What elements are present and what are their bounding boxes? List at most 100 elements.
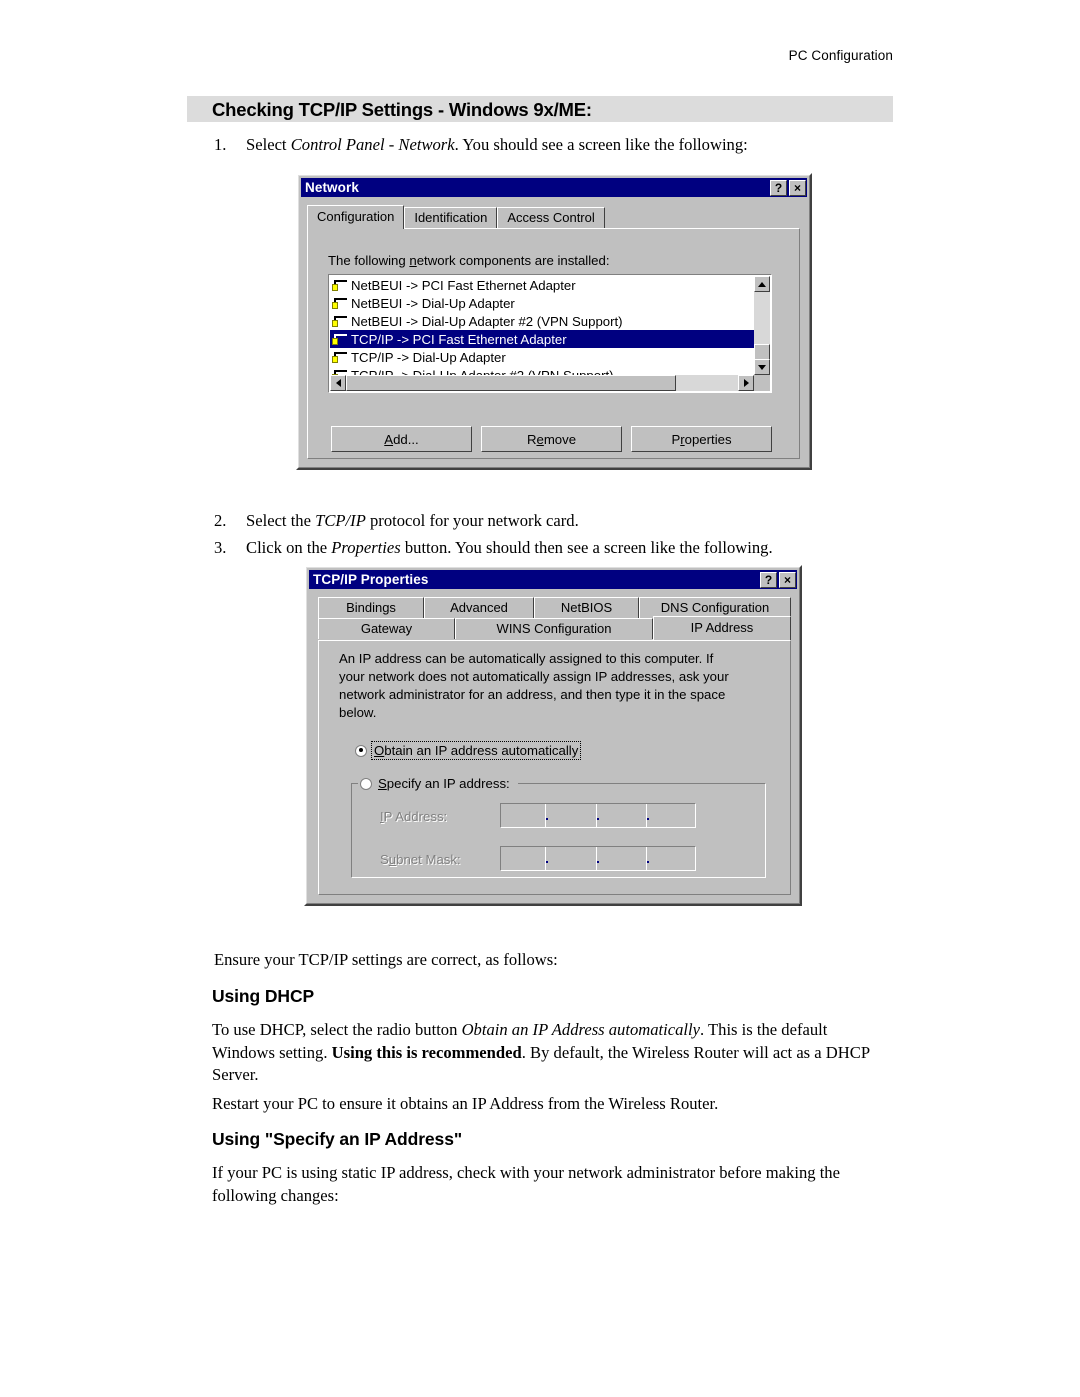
protocol-icon <box>332 368 348 375</box>
tab-bindings[interactable]: Bindings <box>318 597 424 618</box>
help-icon[interactable]: ? <box>770 179 787 196</box>
subnet-separator-dot <box>645 847 652 870</box>
step-2-number: 2. <box>214 511 227 530</box>
components-label: The following network components are ins… <box>328 253 610 268</box>
subnet-mask-label: Subnet Mask: <box>380 852 461 867</box>
tab-advanced[interactable]: Advanced <box>424 597 534 618</box>
step-3-number: 3. <box>214 538 227 557</box>
list-item-selected[interactable]: TCP/IP -> PCI Fast Ethernet Adapter <box>330 330 754 348</box>
properties-button[interactable]: Properties <box>631 426 772 452</box>
network-dialog: Network ? × Configuration Identification… <box>296 173 812 470</box>
scroll-left-button[interactable] <box>330 375 346 391</box>
add-button[interactable]: Add... <box>331 426 472 452</box>
close-icon[interactable]: × <box>789 179 806 196</box>
tab-identification[interactable]: Identification <box>404 207 498 228</box>
ip-octet-4[interactable] <box>652 804 695 827</box>
ip-description-line-4: below. <box>339 705 377 720</box>
properties-button-label: Properties <box>671 431 732 447</box>
radio-indicator-unselected <box>360 777 372 790</box>
components-label-a: The following <box>328 253 410 268</box>
subnet-octet-1[interactable] <box>501 847 544 870</box>
radio-specify-ip-label: Specify an IP address: <box>378 776 510 791</box>
ip-description-line-3: network administrator for an address, an… <box>339 687 726 702</box>
radio-specify-ip-address[interactable]: Specify an IP address: <box>360 776 510 791</box>
ip-separator-dot <box>595 804 602 827</box>
step-3-text: Click on the Properties button. You shou… <box>246 538 773 557</box>
step-2: 2. Select the TCP/IP protocol for your n… <box>214 510 894 533</box>
protocol-icon <box>332 296 348 311</box>
subnet-octet-4[interactable] <box>652 847 695 870</box>
list-item[interactable]: TCP/IP -> Dial-Up Adapter <box>330 348 754 366</box>
document-page: PC Configuration Checking TCP/IP Setting… <box>0 0 1080 1397</box>
list-item-label: TCP/IP -> Dial-Up Adapter #2 (VPN Suppor… <box>351 367 614 376</box>
titlebar-buttons: ? × <box>760 571 796 588</box>
tcpip-tabs-row-1: Bindings Advanced NetBIOS DNS Configurat… <box>318 597 791 618</box>
running-header: PC Configuration <box>788 48 893 63</box>
ip-octet-2[interactable] <box>551 804 594 827</box>
using-dhcp-heading: Using DHCP <box>212 986 315 1006</box>
dhcp-paragraph: To use DHCP, select the radio button Obt… <box>212 1020 870 1085</box>
remove-button-label: Remove <box>526 431 577 447</box>
subnet-octet-2[interactable] <box>551 847 594 870</box>
specify-paragraph: If your PC is using static IP address, c… <box>212 1163 840 1205</box>
scroll-down-button[interactable] <box>754 359 770 375</box>
step-1-text-italic: Control Panel - Network <box>290 135 455 154</box>
scroll-up-button[interactable] <box>754 276 770 292</box>
ip-address-label: IP Address: <box>380 809 448 824</box>
subnet-separator-dot <box>544 847 551 870</box>
tab-wins-configuration[interactable]: WINS Configuration <box>455 618 653 639</box>
tcpip-dialog-titlebar[interactable]: TCP/IP Properties ? × <box>309 570 797 589</box>
ensure-paragraph: Ensure your TCP/IP settings are correct,… <box>214 950 558 969</box>
subnet-octet-3[interactable] <box>602 847 645 870</box>
subnet-mask-input[interactable] <box>500 846 696 871</box>
network-dialog-tabs: Configuration Identification Access Cont… <box>307 205 605 229</box>
remove-button[interactable]: Remove <box>481 426 622 452</box>
tab-gateway[interactable]: Gateway <box>318 618 455 639</box>
list-item-label: NetBEUI -> PCI Fast Ethernet Adapter <box>351 277 576 293</box>
scroll-thumb-horizontal[interactable] <box>346 375 676 391</box>
list-item[interactable]: NetBEUI -> Dial-Up Adapter <box>330 294 754 312</box>
tab-configuration[interactable]: Configuration <box>307 205 405 229</box>
tab-dns-configuration[interactable]: DNS Configuration <box>639 597 791 618</box>
step-2-text: Select the TCP/IP protocol for your netw… <box>246 511 579 530</box>
step-1: 1. Select Control Panel - Network. You s… <box>214 134 894 157</box>
titlebar-buttons: ? × <box>770 179 806 196</box>
network-dialog-titlebar[interactable]: Network ? × <box>301 178 807 197</box>
section-heading-band: Checking TCP/IP Settings - Windows 9x/ME… <box>187 96 893 122</box>
radio-obtain-ip-label: Obtain an IP address automatically <box>370 741 582 760</box>
tab-access-control[interactable]: Access Control <box>497 207 605 228</box>
ip-octet-3[interactable] <box>602 804 645 827</box>
tab-netbios[interactable]: NetBIOS <box>534 597 639 618</box>
step-1-text-b: . You should see a screen like the follo… <box>454 135 748 154</box>
radio-indicator-selected <box>355 744 367 757</box>
scroll-right-button[interactable] <box>738 375 754 391</box>
listbox-horizontal-scrollbar[interactable] <box>330 375 754 391</box>
ip-description-line-2: your network does not automatically assi… <box>339 669 729 684</box>
listbox-vertical-scrollbar[interactable] <box>754 276 770 375</box>
step-1-text: Select Control Panel - Network. You shou… <box>246 134 894 157</box>
ip-address-input[interactable] <box>500 803 696 828</box>
step-3: 3. Click on the Properties button. You s… <box>214 537 894 560</box>
tcpip-tabs-row-2: Gateway WINS Configuration IP Address <box>318 616 791 640</box>
page-title: Checking TCP/IP Settings - Windows 9x/ME… <box>212 99 592 120</box>
ip-octet-1[interactable] <box>501 804 544 827</box>
protocol-icon <box>332 314 348 329</box>
tcpip-dialog-title: TCP/IP Properties <box>313 572 429 587</box>
ip-separator-dot <box>645 804 652 827</box>
tab-ip-address[interactable]: IP Address <box>653 616 791 640</box>
help-icon[interactable]: ? <box>760 571 777 588</box>
close-icon[interactable]: × <box>779 571 796 588</box>
ip-separator-dot <box>544 804 551 827</box>
network-components-listbox[interactable]: NetBEUI -> PCI Fast Ethernet Adapter Net… <box>328 274 772 393</box>
list-item[interactable]: NetBEUI -> PCI Fast Ethernet Adapter <box>330 276 754 294</box>
protocol-icon <box>332 350 348 365</box>
radio-obtain-ip-automatically[interactable]: Obtain an IP address automatically <box>355 741 582 760</box>
components-label-b: etwork components are installed: <box>416 253 610 268</box>
list-item-label: NetBEUI -> Dial-Up Adapter #2 (VPN Suppo… <box>351 313 623 329</box>
add-button-label: Add... <box>384 431 419 447</box>
tcpip-properties-dialog: TCP/IP Properties ? × Bindings Advanced … <box>304 565 802 906</box>
list-item[interactable]: NetBEUI -> Dial-Up Adapter #2 (VPN Suppo… <box>330 312 754 330</box>
step-1-number: 1. <box>214 135 227 154</box>
scrollbar-corner <box>754 375 770 391</box>
list-item[interactable]: TCP/IP -> Dial-Up Adapter #2 (VPN Suppor… <box>330 366 754 375</box>
